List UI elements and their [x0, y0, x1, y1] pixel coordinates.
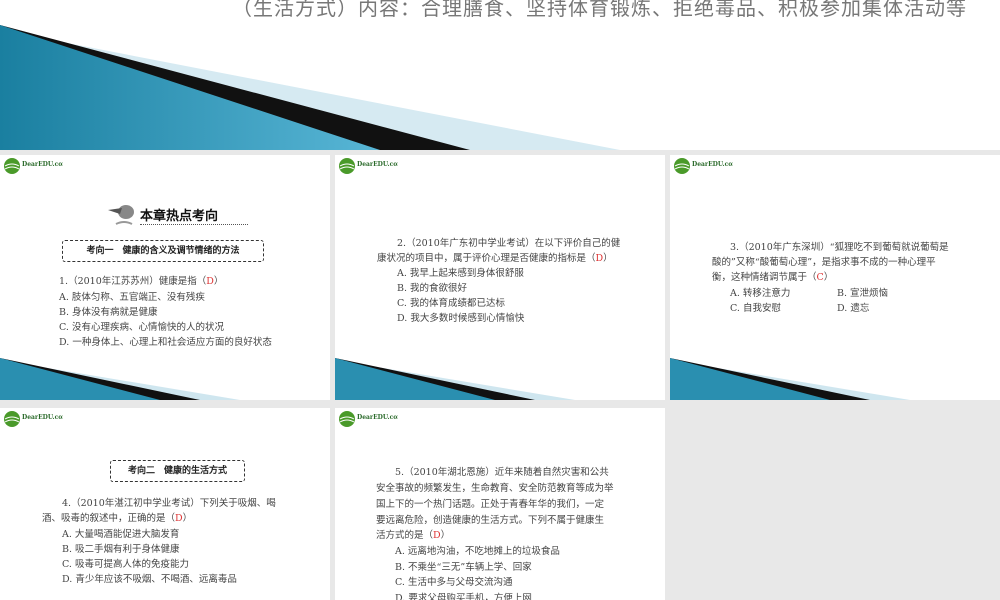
decorative-wedge [670, 358, 910, 400]
option: D. 要求父母购买手机，方便上网 [395, 593, 532, 600]
topic-box: 考向二 健康的生活方式 [110, 460, 245, 482]
question-text: 康状况的项目中，属于评价心理是否健康的指标是（ [377, 253, 596, 264]
dearedu-logo: DearEDU.com [673, 157, 739, 175]
dearedu-logo: DearEDU.com [3, 410, 69, 428]
question-5-line: 安全事故的频繁发生，生命教育、安全防范教育等成为举 [376, 483, 614, 494]
question-text: 衡，这种情绪调节属于（ [712, 272, 817, 283]
topic-box: 考向一 健康的含义及调节情绪的方法 [62, 240, 264, 262]
dearedu-logo: DearEDU.com [338, 157, 404, 175]
slide-1: DearEDU.com 本章热点考向 考向一 健康的含义及调节情绪的方法 1.（… [0, 155, 330, 400]
question-text: 活方式的是（ [376, 530, 434, 541]
option: C. 自我安慰 [730, 303, 781, 314]
slide-5: DearEDU.com 5.（2010年湖北恩施）近年来随着自然灾害和公共 安全… [335, 408, 665, 600]
option: C. 没有心理疾病、心情愉快的人的状况 [59, 322, 224, 333]
option: D. 青少年应该不吸烟、不喝酒、远离毒品 [62, 574, 237, 585]
answer: D [433, 530, 441, 541]
option: D. 一种身体上、心理上和社会适应方面的良好状态 [59, 337, 272, 348]
option: B. 不乘坐“三无”车辆上学、回家 [395, 562, 532, 573]
option: A. 大量喝酒能促进大脑发育 [62, 529, 180, 540]
decorative-wedge [0, 358, 240, 400]
answer: D [206, 276, 214, 287]
question-2-line2: 康状况的项目中，属于评价心理是否健康的指标是（D） [377, 250, 613, 264]
dearedu-logo: DearEDU.com [3, 157, 69, 175]
option: B. 身体没有病就是健康 [59, 307, 158, 318]
slide-3: DearEDU.com 3.（2010年广东深圳）“狐狸吃不到葡萄就说葡萄是 酸… [670, 155, 1000, 400]
option: D. 我大多数时候感到心情愉快 [397, 313, 525, 324]
svg-text:DearEDU.com: DearEDU.com [692, 161, 733, 168]
option: A. 远离地沟油，不吃地摊上的垃圾食品 [395, 546, 560, 557]
bird-mascot-icon [108, 200, 138, 228]
slide-2: DearEDU.com 2.（2010年广东初中学业考试）在以下评价自己的健 康… [335, 155, 665, 400]
svg-text:DearEDU.com: DearEDU.com [22, 414, 63, 421]
section-title: 本章热点考向 [140, 209, 219, 224]
option: A. 肢体匀称、五官端正、没有残疾 [59, 292, 205, 303]
dearedu-logo: DearEDU.com [338, 410, 404, 428]
question-text: 1.（2010年江苏苏州）健康是指（ [59, 276, 207, 287]
question-5-line: 5.（2010年湖北恩施）近年来随着自然灾害和公共 [395, 467, 609, 478]
question-3-line3: 衡，这种情绪调节属于（C） [712, 269, 833, 283]
option: B. 吸二手烟有利于身体健康 [62, 544, 180, 555]
option: C. 吸毒可提高人体的免疫能力 [62, 559, 189, 570]
question-5-line: 活方式的是（D） [376, 527, 450, 541]
option: B. 宣泄烦恼 [837, 288, 889, 299]
top-slide: （生活方式）内容：合理膳食、坚持体育锻炼、拒绝毒品、积极参加集体活动等 [0, 0, 1000, 150]
paren: ） [823, 272, 834, 283]
option: A. 转移注意力 [730, 288, 791, 299]
option: C. 生活中多与父母交流沟通 [395, 577, 513, 588]
svg-text:DearEDU.com: DearEDU.com [357, 161, 398, 168]
option: A. 我早上起来感到身体很舒服 [397, 268, 524, 279]
paren: ） [603, 253, 613, 264]
svg-text:DearEDU.com: DearEDU.com [22, 161, 63, 168]
paren: ） [440, 530, 451, 541]
question-4-line2: 酒、吸毒的叙述中，正确的是（D） [42, 510, 192, 524]
question-3-line1: 3.（2010年广东深圳）“狐狸吃不到葡萄就说葡萄是 [730, 242, 949, 253]
paren: ） [182, 513, 193, 524]
question-3-line2: 酸的”又称“酸葡萄心理”，是指求事不成的一种心理平 [712, 257, 936, 268]
question-4-line1: 4.（2010年湛江初中学业考试）下列关于吸烟、喝 [62, 498, 276, 509]
option: C. 我的体育成绩都已达标 [397, 298, 505, 309]
question-5-line: 要远离危险，创造健康的生活方式。下列不属于健康生 [376, 515, 605, 526]
svg-text:DearEDU.com: DearEDU.com [357, 414, 398, 421]
answer: C [816, 272, 824, 283]
question-2-line1: 2.（2010年广东初中学业考试）在以下评价自己的健 [397, 238, 621, 249]
decorative-wedge [335, 358, 575, 400]
question-1: 1.（2010年江苏苏州）健康是指（D） [59, 273, 223, 287]
option: D. 遗忘 [837, 303, 870, 314]
answer: D [595, 253, 604, 264]
slide-4: DearEDU.com 考向二 健康的生活方式 4.（2010年湛江初中学业考试… [0, 408, 330, 600]
answer: D [175, 513, 183, 524]
decorative-wedge [0, 25, 620, 150]
title-underline [140, 224, 248, 225]
paren: ） [213, 276, 224, 287]
question-5-line: 国上下的一个热门话题。正处于青春年华的我们，一定 [376, 499, 605, 510]
option: B. 我的食欲很好 [397, 283, 468, 294]
question-text: 酒、吸毒的叙述中，正确的是（ [42, 513, 176, 524]
